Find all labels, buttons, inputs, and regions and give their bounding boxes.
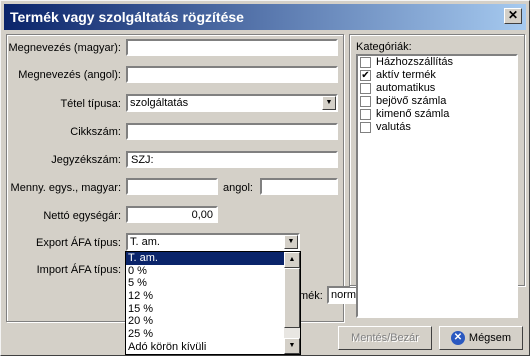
categories-list: Házhozszállítás ✔ aktív termék automatik… [356,54,518,318]
dropdown-scrollbar[interactable]: ▲ ▼ [284,252,300,354]
item-type-label: Tétel típusa: [60,98,121,110]
scroll-down-icon[interactable]: ▼ [284,338,300,354]
name-hu-input[interactable] [126,39,338,56]
dropdown-option[interactable]: T. am. [126,252,284,265]
save-close-button[interactable]: Mentés/Bezár [338,326,432,350]
cancel-button[interactable]: ✕ Mégsem [439,326,523,350]
category-item[interactable]: ✔ aktív termék [358,69,516,82]
name-en-label: Megnevezés (angol): [18,69,121,81]
net-price-label: Nettó egységár: [43,210,121,222]
dropdown-option[interactable]: Adó körön kívüli [126,341,284,354]
category-item[interactable]: automatikus [358,82,516,95]
category-label: aktív termék [376,69,436,81]
categories-label: Kategóriák: [356,41,412,53]
checkbox-checked-icon[interactable]: ✔ [360,70,371,81]
checkbox[interactable] [360,83,371,94]
unit-hu-input[interactable] [126,178,218,195]
checkbox[interactable] [360,122,371,133]
dropdown-option[interactable]: 20 % [126,315,284,328]
unit-en-input[interactable] [260,178,338,195]
dropdown-option[interactable]: 0 % [126,265,284,278]
category-item[interactable]: kimenő számla [358,108,516,121]
scroll-up-icon[interactable]: ▲ [284,252,300,268]
scroll-thumb[interactable] [284,268,300,328]
window-title: Termék vagy szolgáltatás rögzítése [10,9,244,25]
item-no-input[interactable] [126,123,338,140]
item-type-select[interactable]: szolgáltatás ▼ [126,94,338,112]
checkbox[interactable] [360,109,371,120]
net-price-input[interactable]: 0,00 [126,206,218,223]
category-item[interactable]: bejövő számla [358,95,516,108]
category-label: kimenő számla [376,108,450,120]
name-en-input[interactable] [126,66,338,83]
title-bar: Termék vagy szolgáltatás rögzítése ✕ [4,4,526,30]
item-no-label: Cikkszám: [70,126,121,138]
unit-en-label: angol: [223,182,253,194]
category-label: automatikus [376,82,436,94]
export-vat-select[interactable]: T. am. ▼ [126,233,300,251]
note-no-label: Jegyzékszám: [51,154,121,166]
unit-hu-label: Menny. egys., magyar: [10,182,121,194]
category-label: Házhozszállítás [376,56,454,68]
dropdown-option[interactable]: 25 % [126,328,284,341]
category-item[interactable]: valutás [358,121,516,134]
name-hu-label: Megnevezés (magyar): [8,42,122,54]
dropdown-option[interactable]: 12 % [126,290,284,303]
category-label: bejövő számla [376,95,447,107]
export-vat-value: T. am. [130,236,160,248]
dropdown-option[interactable]: 5 % [126,277,284,290]
category-item[interactable]: Házhozszállítás [358,56,516,69]
dialog-window: Termék vagy szolgáltatás rögzítése ✕ Meg… [0,0,530,356]
checkbox[interactable] [360,96,371,107]
dropdown-option[interactable]: 15 % [126,303,284,316]
chevron-down-icon[interactable]: ▼ [322,96,336,110]
category-label: valutás [376,121,411,133]
chevron-down-icon[interactable]: ▼ [284,235,298,249]
cancel-label: Mégsem [468,332,512,344]
export-vat-label: Export ÁFA típus: [36,237,121,249]
item-type-value: szolgáltatás [130,97,189,109]
import-vat-label: Import ÁFA típus: [36,264,121,276]
close-icon: ✕ [450,331,465,346]
checkbox[interactable] [360,57,371,68]
close-button[interactable]: ✕ [504,8,522,24]
vat-dropdown-list[interactable]: T. am. 0 % 5 % 12 % 15 % 20 % 25 % Adó k… [125,251,301,355]
special-type-label: mék: [299,290,323,302]
note-no-input[interactable]: SZJ: [126,151,338,168]
